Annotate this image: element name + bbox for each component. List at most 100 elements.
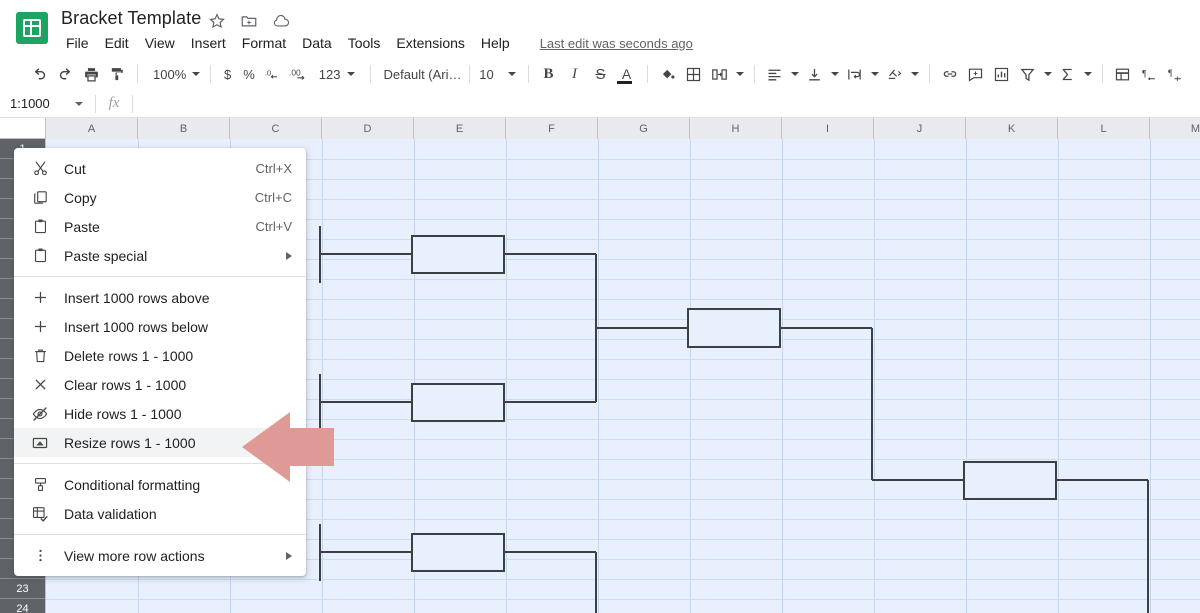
text-rotation-icon[interactable] bbox=[882, 61, 908, 87]
trash-icon bbox=[30, 346, 50, 366]
text-color-button[interactable]: A bbox=[614, 61, 640, 87]
menu-tools[interactable]: Tools bbox=[340, 33, 389, 53]
menu-view[interactable]: View bbox=[137, 33, 183, 53]
context-menu-item-paste-special[interactable]: Paste special bbox=[14, 241, 306, 270]
context-menu-item-insert-1000-rows-below[interactable]: Insert 1000 rows below bbox=[14, 312, 306, 341]
column-header-k[interactable]: K bbox=[966, 118, 1058, 139]
context-menu-item-label: Insert 1000 rows below bbox=[64, 318, 208, 335]
chevron-down-icon bbox=[75, 101, 83, 106]
row-header-24[interactable]: 24 bbox=[0, 599, 45, 613]
merge-cells-icon[interactable] bbox=[707, 61, 733, 87]
row-header-23[interactable]: 23 bbox=[0, 579, 45, 599]
strikethrough-button[interactable]: S bbox=[588, 61, 614, 87]
merge-cells-dropdown[interactable] bbox=[733, 61, 747, 87]
svg-text:.0: .0 bbox=[265, 69, 271, 78]
google-sheets-logo bbox=[16, 12, 48, 44]
insert-comment-icon[interactable] bbox=[963, 61, 989, 87]
column-headers[interactable]: ABCDEFGHIJKLM bbox=[46, 118, 1200, 139]
text-wrap-icon[interactable] bbox=[842, 61, 868, 87]
toolbar-divider bbox=[210, 65, 211, 83]
row-height-icon[interactable]: ¶ bbox=[1136, 61, 1162, 87]
column-header-i[interactable]: I bbox=[782, 118, 874, 139]
chevron-down-icon bbox=[735, 72, 744, 76]
name-box-value: 1:1000 bbox=[10, 96, 50, 111]
context-menu-separator bbox=[14, 534, 306, 535]
text-wrap-dropdown[interactable] bbox=[868, 61, 882, 87]
redo-icon[interactable] bbox=[52, 61, 78, 87]
font-family-select[interactable]: Default (Ari… bbox=[378, 61, 462, 87]
freeze-icon[interactable] bbox=[1110, 61, 1136, 87]
data-validation-icon bbox=[30, 504, 50, 524]
menu-help[interactable]: Help bbox=[473, 33, 518, 53]
context-menu-item-insert-1000-rows-above[interactable]: Insert 1000 rows above bbox=[14, 283, 306, 312]
column-header-d[interactable]: D bbox=[322, 118, 414, 139]
context-menu-item-data-validation[interactable]: Data validation bbox=[14, 499, 306, 528]
functions-dropdown[interactable] bbox=[1081, 61, 1095, 87]
row-context-menu[interactable]: Cut Ctrl+X Copy Ctrl+C Paste Ctrl+V Paste spec… bbox=[14, 148, 306, 576]
chevron-down-icon bbox=[507, 72, 516, 76]
column-header-c[interactable]: C bbox=[230, 118, 322, 139]
font-size-select[interactable]: 10 bbox=[477, 61, 521, 87]
context-menu-item-view-more-row-actions[interactable]: View more row actions bbox=[14, 541, 306, 570]
column-header-a[interactable]: A bbox=[46, 118, 138, 139]
menu-insert[interactable]: Insert bbox=[183, 33, 234, 53]
vertical-align-icon[interactable] bbox=[802, 61, 828, 87]
name-box[interactable]: 1:1000 bbox=[0, 90, 95, 118]
bold-button[interactable]: B bbox=[536, 61, 562, 87]
filter-icon[interactable] bbox=[1015, 61, 1041, 87]
print-icon[interactable] bbox=[78, 61, 104, 87]
horizontal-align-dropdown[interactable] bbox=[788, 61, 802, 87]
menu-data[interactable]: Data bbox=[294, 33, 340, 53]
column-header-g[interactable]: G bbox=[598, 118, 690, 139]
column-header-m[interactable]: M bbox=[1150, 118, 1200, 139]
context-menu-item-copy[interactable]: Copy Ctrl+C bbox=[14, 183, 306, 212]
column-header-j[interactable]: J bbox=[874, 118, 966, 139]
zoom-select[interactable]: 100% bbox=[145, 61, 203, 87]
column-header-h[interactable]: H bbox=[690, 118, 782, 139]
plus-icon bbox=[30, 288, 50, 308]
context-menu-item-paste[interactable]: Paste Ctrl+V bbox=[14, 212, 306, 241]
currency-format-button[interactable]: $ bbox=[218, 61, 237, 87]
context-menu-item-clear-rows-1-1000[interactable]: Clear rows 1 - 1000 bbox=[14, 370, 306, 399]
functions-icon[interactable] bbox=[1055, 61, 1081, 87]
cloud-saved-icon[interactable] bbox=[272, 12, 290, 30]
chevron-down-icon bbox=[790, 72, 799, 76]
text-color-letter: A bbox=[621, 65, 632, 82]
menu-edit[interactable]: Edit bbox=[97, 33, 137, 53]
menu-extensions[interactable]: Extensions bbox=[388, 33, 472, 53]
filter-dropdown[interactable] bbox=[1041, 61, 1055, 87]
move-to-folder-icon[interactable] bbox=[240, 12, 258, 30]
text-rotation-dropdown[interactable] bbox=[908, 61, 922, 87]
submenu-arrow-icon bbox=[286, 251, 292, 260]
document-title[interactable]: Bracket Template bbox=[61, 8, 201, 29]
menu-file[interactable]: File bbox=[61, 33, 97, 53]
formula-input[interactable] bbox=[133, 90, 1200, 118]
context-menu-item-delete-rows-1-1000[interactable]: Delete rows 1 - 1000 bbox=[14, 341, 306, 370]
select-all-corner[interactable] bbox=[0, 118, 46, 139]
last-edit-status[interactable]: Last edit was seconds ago bbox=[540, 36, 693, 51]
menu-format[interactable]: Format bbox=[234, 33, 294, 53]
fill-color-icon[interactable] bbox=[655, 61, 681, 87]
percent-format-button[interactable]: % bbox=[237, 61, 261, 87]
paint-format-icon[interactable] bbox=[104, 61, 130, 87]
insert-link-icon[interactable] bbox=[937, 61, 963, 87]
column-header-l[interactable]: L bbox=[1058, 118, 1150, 139]
column-width-icon[interactable]: ¶ bbox=[1162, 61, 1188, 87]
svg-text:¶: ¶ bbox=[1142, 68, 1147, 78]
italic-button[interactable]: I bbox=[562, 61, 588, 87]
insert-chart-icon[interactable] bbox=[989, 61, 1015, 87]
vertical-align-dropdown[interactable] bbox=[828, 61, 842, 87]
toolbar-divider bbox=[369, 65, 371, 83]
column-header-b[interactable]: B bbox=[138, 118, 230, 139]
decrease-decimal-button[interactable]: .0 bbox=[261, 61, 287, 87]
column-header-e[interactable]: E bbox=[414, 118, 506, 139]
star-icon[interactable] bbox=[208, 12, 226, 30]
more-formats-select[interactable]: 123 bbox=[313, 61, 363, 87]
red-pointer-arrow bbox=[238, 408, 338, 488]
context-menu-item-cut[interactable]: Cut Ctrl+X bbox=[14, 154, 306, 183]
increase-decimal-button[interactable]: .00 bbox=[287, 61, 313, 87]
horizontal-align-icon[interactable] bbox=[762, 61, 788, 87]
undo-icon[interactable] bbox=[26, 61, 52, 87]
column-header-f[interactable]: F bbox=[506, 118, 598, 139]
borders-icon[interactable] bbox=[681, 61, 707, 87]
